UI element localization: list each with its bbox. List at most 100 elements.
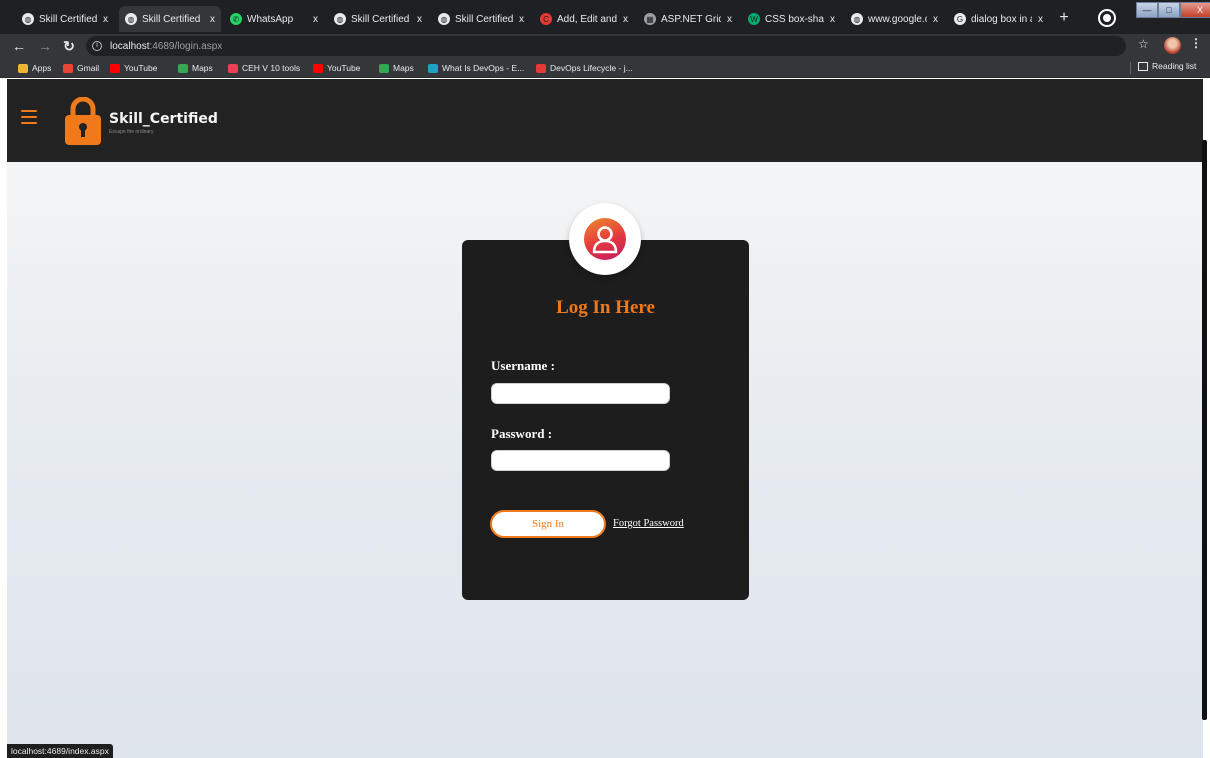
address-bar[interactable]: i localhost :4689/login.aspx xyxy=(86,36,1126,56)
youtube-icon xyxy=(313,63,323,73)
bookmark-item[interactable]: Maps xyxy=(379,61,414,75)
brand-name[interactable]: Skill_Certified xyxy=(109,111,218,127)
reading-list-button[interactable]: Reading list xyxy=(1138,61,1196,71)
reload-icon[interactable]: ↻ xyxy=(60,36,78,56)
profile-icon[interactable] xyxy=(1100,11,1114,25)
bookmark-label: CEH V 10 tools xyxy=(242,63,301,73)
sign-in-button[interactable]: Sign In xyxy=(490,510,606,538)
window-controls: — □ X xyxy=(1136,2,1210,18)
address-path: :4689/login.aspx xyxy=(149,40,223,52)
bookmark-item[interactable]: CEH V 10 tools xyxy=(228,61,300,75)
tab-close-icon[interactable]: x xyxy=(830,14,835,25)
tab-close-icon[interactable]: x xyxy=(933,14,938,25)
password-label: Password : xyxy=(491,426,553,441)
tab-label: Skill Certified xyxy=(39,13,97,25)
bookmark-label: What Is DevOps - E... xyxy=(442,63,525,73)
tab-label: www.google.c xyxy=(868,13,927,25)
bookmark-item[interactable]: YouTube xyxy=(313,61,360,75)
c-icon: C xyxy=(540,13,552,25)
bookmark-item[interactable]: What Is DevOps - E... xyxy=(428,61,524,75)
maps-icon xyxy=(379,63,389,73)
pocket-icon xyxy=(228,63,238,73)
google-icon: G xyxy=(954,13,966,25)
bookmark-label: Gmail xyxy=(77,63,100,73)
hamburger-menu-icon[interactable] xyxy=(21,110,37,124)
tab-close-icon[interactable]: x xyxy=(103,14,108,25)
bookmark-label: Apps xyxy=(32,63,52,73)
reading-list-icon xyxy=(1138,61,1148,71)
status-bar-url: localhost:4689/index.aspx xyxy=(7,744,113,758)
browser-tab[interactable]: Gdialog box in a x xyxy=(948,6,1049,32)
close-window-button[interactable]: X xyxy=(1180,2,1210,18)
tab-label: Skill Certified xyxy=(351,13,410,25)
menu-kebab-icon[interactable]: ⋮ xyxy=(1190,36,1202,50)
w3-icon: W xyxy=(748,13,760,25)
devops-v-icon xyxy=(536,63,546,73)
tab-close-icon[interactable]: x xyxy=(623,14,628,25)
password-input[interactable] xyxy=(491,450,670,471)
browser-tab-strip: ◍ Skill Certified x ◍ Skill Certified | x ✆ Wha… xyxy=(0,0,1210,34)
tab-label: Add, Edit and I xyxy=(557,13,617,25)
browser-tab[interactable]: ◍ Skill Certified x xyxy=(432,6,530,32)
bookmark-star-icon[interactable]: ☆ xyxy=(1138,37,1149,51)
youtube-icon xyxy=(110,63,120,73)
browser-tab[interactable]: ◍ Skill Certified x xyxy=(16,6,114,32)
tab-label: Skill Certified xyxy=(455,13,513,25)
minimize-button[interactable]: — xyxy=(1136,2,1158,18)
address-host: localhost xyxy=(110,40,150,52)
profile-avatar[interactable] xyxy=(1164,37,1181,54)
tab-close-icon[interactable]: x xyxy=(519,14,524,25)
maps-icon xyxy=(178,63,188,73)
whatsapp-icon: ✆ xyxy=(230,13,242,25)
bookmark-label: Maps xyxy=(192,63,213,73)
tab-close-icon[interactable]: x xyxy=(727,14,732,25)
back-arrow-icon[interactable]: ← xyxy=(10,36,28,56)
scrollbar-thumb[interactable] xyxy=(1202,140,1207,720)
tab-label: CSS box-shad xyxy=(765,13,824,25)
browser-tab[interactable]: ◍ Skill Certified x xyxy=(328,6,428,32)
tab-close-icon[interactable]: x xyxy=(313,14,318,25)
apps-grid-icon xyxy=(18,63,28,73)
tab-label: Skill Certified | xyxy=(142,13,204,25)
globe-icon: ◍ xyxy=(22,13,34,25)
grid-icon: ▦ xyxy=(644,13,656,25)
browser-tab[interactable]: ◍ www.google.c x xyxy=(845,6,944,32)
browser-tab[interactable]: ▦ ASP.NET GridV x xyxy=(638,6,738,32)
bookmark-item[interactable]: Apps xyxy=(18,61,51,75)
bookmark-item[interactable]: Gmail xyxy=(63,61,99,75)
browser-toolbar: ← → ↻ i localhost :4689/login.aspx ☆ ⋮ xyxy=(0,34,1210,58)
bookmarks-divider xyxy=(1130,62,1131,74)
tab-close-icon[interactable]: x xyxy=(210,14,215,25)
forward-arrow-icon[interactable]: → xyxy=(36,36,54,56)
globe-icon: ◍ xyxy=(438,13,450,25)
browser-tab[interactable]: W CSS box-shad x xyxy=(742,6,841,32)
globe-icon: ◍ xyxy=(334,13,346,25)
browser-tab[interactable]: C Add, Edit and I x xyxy=(534,6,634,32)
browser-tab[interactable]: ◍ Skill Certified | x xyxy=(119,6,221,32)
forgot-password-link[interactable]: Forgot Password xyxy=(613,518,684,529)
tab-close-icon[interactable]: x xyxy=(1038,14,1043,25)
lock-logo-icon xyxy=(65,97,101,145)
bookmark-item[interactable]: YouTube xyxy=(110,61,157,75)
globe-icon: ◍ xyxy=(125,13,137,25)
bookmark-item[interactable]: Maps xyxy=(178,61,213,75)
tab-close-icon[interactable]: x xyxy=(417,14,422,25)
window-left-edge xyxy=(0,79,7,758)
login-card: Log In Here Username : Password : Sign I… xyxy=(462,203,749,600)
username-label: Username : xyxy=(491,358,555,373)
brand-tagline: Escape the ordinary xyxy=(109,129,154,135)
username-input[interactable] xyxy=(491,383,670,404)
bookmark-label: YouTube xyxy=(327,63,361,73)
page-viewport: Skill_Certified Escape the ordinary Log … xyxy=(7,79,1203,758)
info-icon[interactable]: i xyxy=(92,41,102,51)
reading-list-label: Reading list xyxy=(1152,61,1197,71)
bookmark-label: Maps xyxy=(393,63,414,73)
bookmark-item[interactable]: DevOps Lifecycle - j... xyxy=(536,61,633,75)
maximize-button[interactable]: □ xyxy=(1158,2,1180,18)
tab-label: dialog box in a xyxy=(971,13,1032,25)
new-tab-button[interactable]: + xyxy=(1054,8,1074,28)
tab-label: WhatsApp xyxy=(247,13,294,25)
browser-tab[interactable]: ✆ WhatsApp x xyxy=(224,6,324,32)
globe-icon: ◍ xyxy=(851,13,863,25)
devops-icon xyxy=(428,63,438,73)
